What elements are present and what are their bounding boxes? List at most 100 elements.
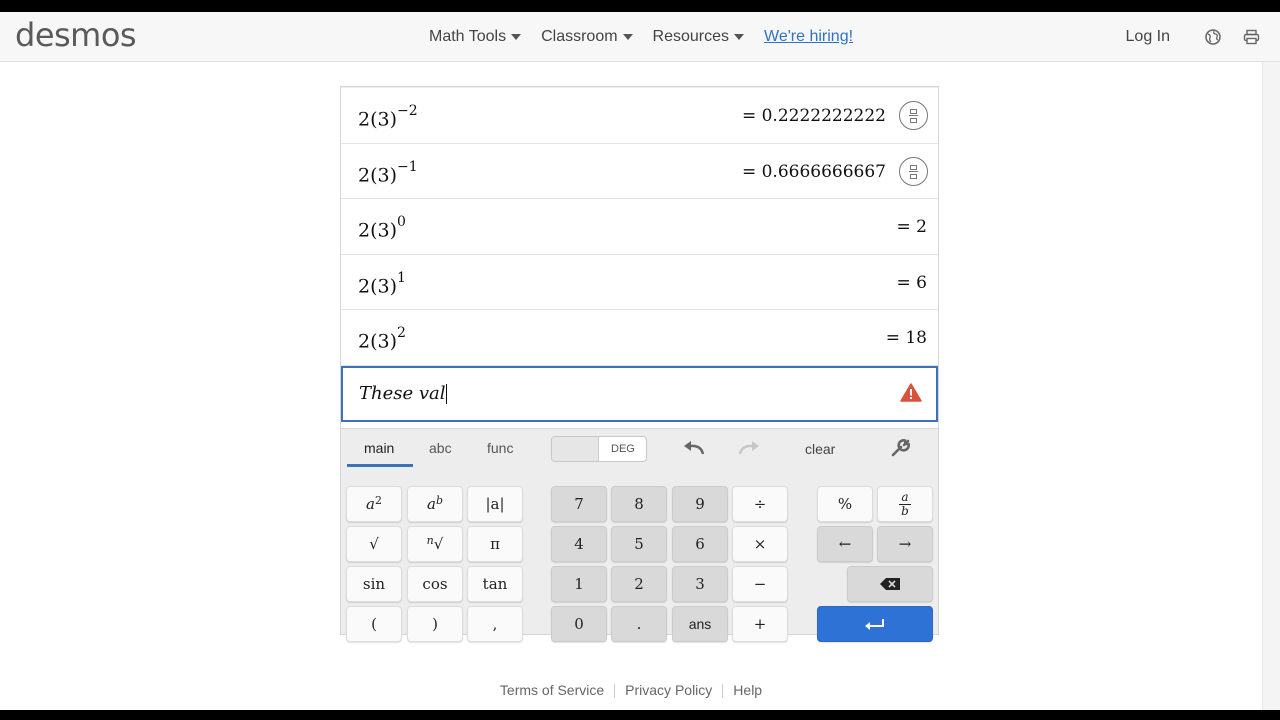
nth-root-key[interactable]: n √ — [407, 526, 463, 562]
expression-list: 2(3)−2 = 0.2222222222 2(3)−1 = 0.6666666… — [341, 87, 938, 422]
fraction-toggle-icon[interactable] — [899, 101, 928, 130]
expression-input[interactable]: 2(3)1 — [358, 270, 406, 297]
angle-mode-toggle[interactable]: DEG — [551, 436, 647, 462]
digit-3-key[interactable]: 3 — [672, 566, 728, 602]
cursor-left-key[interactable]: ← — [817, 526, 873, 562]
enter-key[interactable] — [817, 606, 933, 642]
left-paren-key[interactable]: ( — [346, 606, 402, 642]
fraction-toggle-icon[interactable] — [899, 156, 928, 186]
expression-exponent: 2 — [397, 325, 406, 341]
terms-of-service-link[interactable]: Terms of Service — [500, 682, 604, 698]
nav-label: Resources — [652, 28, 730, 45]
fraction-numerator-glyph — [910, 164, 917, 170]
nav-math-tools[interactable]: Math Tools — [429, 28, 522, 46]
separator — [722, 684, 724, 699]
decimal-point-key[interactable]: . — [611, 606, 667, 642]
expression-exponent: 0 — [397, 214, 406, 230]
enter-icon — [865, 619, 884, 630]
caret-down-icon — [622, 34, 633, 40]
minus-key[interactable]: − — [732, 566, 788, 602]
warning-icon[interactable] — [900, 382, 922, 407]
expression-result: = 18 — [885, 328, 927, 348]
expression-input-active[interactable]: These val — [359, 383, 447, 404]
undo-icon[interactable] — [682, 439, 706, 462]
keypad: main abc func DEG clear a2 a b |a| √ n √… — [341, 428, 938, 642]
digit-6-key[interactable]: 6 — [672, 526, 728, 562]
separator — [614, 684, 616, 699]
tab-main[interactable]: main — [364, 440, 394, 456]
footer-links: Terms of Service Privacy Policy Help — [0, 682, 1262, 699]
key-label: 2 — [374, 493, 382, 507]
expression-row[interactable]: 2(3)2 = 18 — [341, 309, 938, 366]
square-key[interactable]: a2 — [346, 486, 402, 522]
nav-classroom[interactable]: Classroom — [541, 28, 633, 46]
tab-func[interactable]: func — [487, 440, 513, 456]
expression-row[interactable]: 2(3)−1 = 0.6666666667 — [341, 142, 938, 199]
hiring-link[interactable]: We're hiring! — [764, 28, 853, 46]
nav-label: Classroom — [541, 28, 618, 45]
caret-down-icon — [511, 34, 522, 40]
digit-0-key[interactable]: 0 — [551, 606, 607, 642]
comma-key[interactable]: , — [467, 606, 523, 642]
expression-input[interactable]: 2(3)2 — [358, 325, 406, 353]
expression-input[interactable]: 2(3)−2 — [358, 103, 418, 130]
login-link[interactable]: Log In — [1126, 28, 1170, 46]
expression-result: = 0.6666666667 — [741, 161, 886, 182]
main-nav: Math Tools Classroom Resources We're hir… — [429, 28, 873, 46]
power-key[interactable]: ab — [407, 486, 463, 522]
expression-row[interactable]: 2(3)1 = 6 — [341, 253, 938, 310]
digit-7-key[interactable]: 7 — [551, 486, 607, 522]
sin-key[interactable]: sin — [346, 566, 402, 602]
nav-resources[interactable]: Resources — [652, 28, 745, 46]
right-paren-key[interactable]: ) — [407, 606, 463, 642]
tab-abc[interactable]: abc — [429, 440, 452, 456]
fraction-denominator-glyph — [910, 118, 917, 123]
digit-1-key[interactable]: 1 — [551, 566, 607, 602]
backspace-icon — [880, 578, 900, 590]
desmos-logo[interactable]: desmos — [15, 16, 137, 54]
key-label: a — [899, 489, 911, 505]
cos-key[interactable]: cos — [407, 566, 463, 602]
divide-key[interactable]: ÷ — [732, 486, 788, 522]
tan-key[interactable]: tan — [467, 566, 523, 602]
arrow-left-icon: ← — [838, 535, 852, 553]
browser-page: desmos Math Tools Classroom Resources We… — [0, 12, 1280, 710]
digit-2-key[interactable]: 2 — [611, 566, 667, 602]
cursor-right-key[interactable]: → — [877, 526, 933, 562]
page-scrollbar[interactable] — [1262, 62, 1280, 710]
toggle-knob — [552, 437, 599, 461]
key-label: n — [426, 533, 434, 547]
expression-base: 2(3) — [358, 330, 398, 353]
digit-4-key[interactable]: 4 — [551, 526, 607, 562]
plus-key[interactable]: + — [732, 606, 788, 642]
expression-row[interactable]: 2(3)0 = 2 — [341, 198, 938, 255]
digit-5-key[interactable]: 5 — [611, 526, 667, 562]
key-label: a — [366, 495, 375, 513]
multiply-key[interactable]: × — [732, 526, 788, 562]
clear-button[interactable]: clear — [805, 441, 835, 457]
expression-input[interactable]: 2(3)0 — [358, 214, 406, 241]
account-nav: Log In — [1126, 26, 1262, 48]
print-icon[interactable] — [1240, 26, 1262, 48]
expression-base: 2(3) — [358, 163, 398, 186]
help-link[interactable]: Help — [733, 682, 762, 698]
backspace-key[interactable] — [847, 566, 933, 602]
expression-input[interactable]: 2(3)−1 — [358, 158, 418, 186]
active-expression-row[interactable]: These val — [341, 365, 938, 422]
nav-label: Math Tools — [429, 28, 507, 45]
expression-exponent: −1 — [397, 158, 418, 175]
digit-9-key[interactable]: 9 — [672, 486, 728, 522]
sqrt-key[interactable]: √ — [346, 526, 402, 562]
globe-icon[interactable] — [1202, 26, 1224, 48]
pi-key[interactable]: π — [467, 526, 523, 562]
redo-icon[interactable] — [737, 439, 761, 462]
digit-8-key[interactable]: 8 — [611, 486, 667, 522]
ans-key[interactable]: ans — [672, 606, 728, 642]
privacy-policy-link[interactable]: Privacy Policy — [625, 682, 712, 698]
fraction-denominator-glyph — [910, 173, 917, 179]
expression-row[interactable]: 2(3)−2 = 0.2222222222 — [341, 87, 938, 144]
wrench-icon[interactable] — [891, 439, 910, 463]
percent-key[interactable]: % — [817, 486, 873, 522]
fraction-key[interactable]: ab — [877, 486, 933, 522]
abs-key[interactable]: |a| — [467, 486, 523, 522]
